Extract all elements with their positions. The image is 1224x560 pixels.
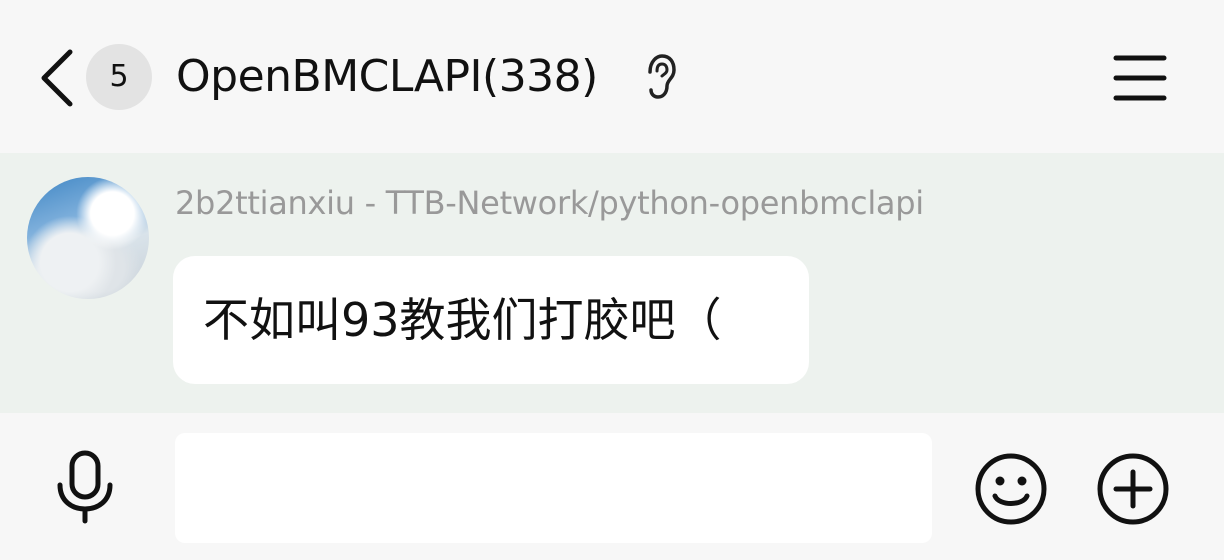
unread-count-badge[interactable]: 5 (86, 44, 152, 110)
smiley-icon (975, 453, 1047, 525)
sender-name[interactable]: 2b2ttianxiu - TTB-Network/python-openbmc… (175, 181, 924, 225)
message-text: 不如叫93教我们打胶吧（ (203, 293, 722, 347)
plus-circle-icon (1097, 453, 1169, 525)
sender-avatar[interactable] (27, 177, 149, 299)
voice-button[interactable] (50, 449, 120, 525)
menu-button[interactable] (1108, 50, 1172, 106)
message-input[interactable] (175, 433, 932, 543)
chevron-left-icon (41, 49, 73, 107)
back-button[interactable] (30, 42, 86, 114)
message-bubble[interactable]: 不如叫93教我们打胶吧（ (173, 256, 809, 384)
message-list[interactable]: 2b2ttianxiu - TTB-Network/python-openbmc… (0, 153, 1224, 413)
more-button[interactable] (1096, 452, 1170, 526)
ear-icon[interactable] (640, 52, 680, 102)
chat-title[interactable]: OpenBMCLAPI(338) (176, 40, 598, 114)
emoji-button[interactable] (974, 452, 1048, 526)
chat-header: 5 OpenBMCLAPI(338) (0, 0, 1224, 153)
menu-icon (1113, 55, 1167, 101)
microphone-icon (57, 450, 113, 524)
input-bar (0, 413, 1224, 560)
